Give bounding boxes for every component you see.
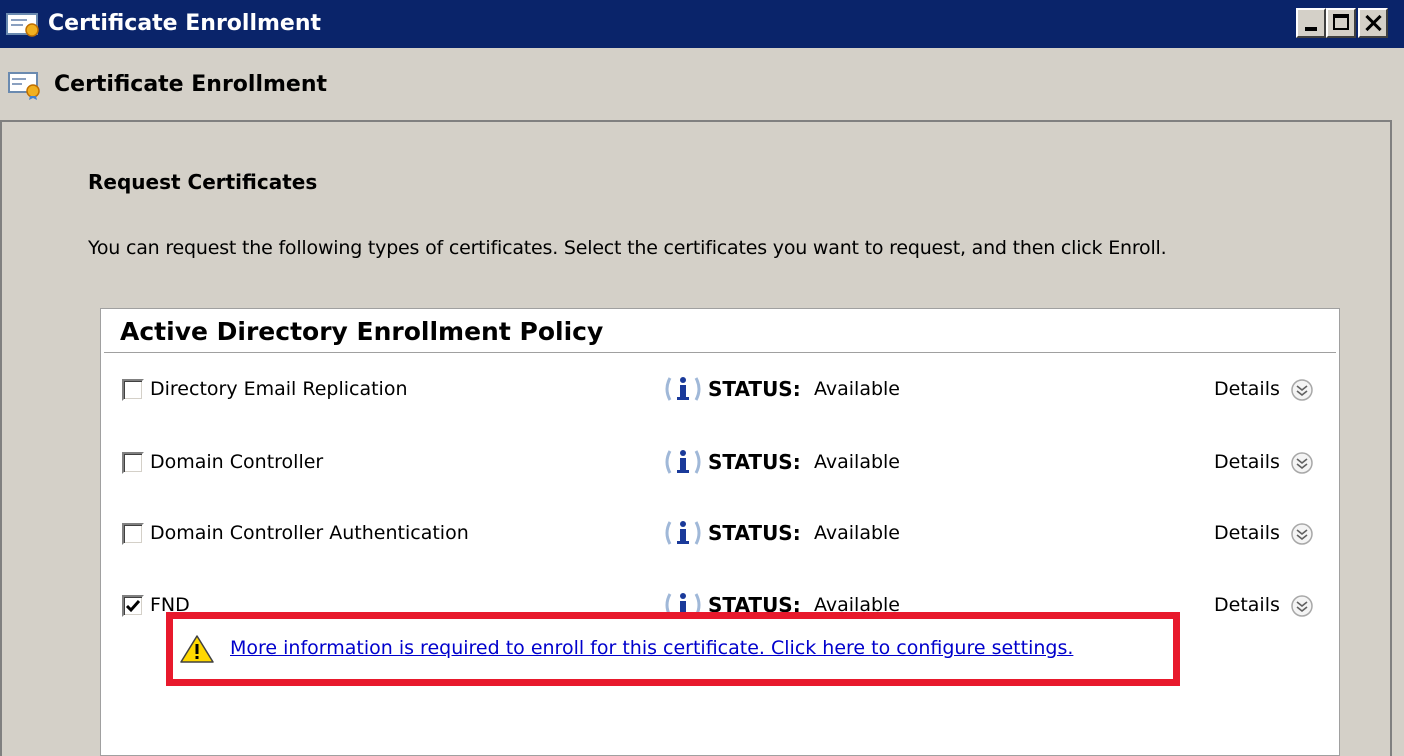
chevron-down-icon[interactable] [1290, 378, 1314, 406]
window-title: Certificate Enrollment [48, 11, 322, 36]
certificate-checkbox[interactable] [122, 523, 144, 545]
chevron-down-icon[interactable] [1290, 451, 1314, 479]
list-item: Domain Controller Authentication STATUS:… [0, 516, 1404, 548]
list-item: Domain Controller STATUS: Available Deta… [0, 445, 1404, 477]
warning-icon [180, 634, 216, 668]
enrollment-warning: More information is required to enroll f… [180, 632, 1160, 664]
chevron-down-icon[interactable] [1290, 594, 1314, 622]
info-icon [664, 590, 704, 624]
status-value: Available [814, 378, 901, 400]
info-icon [664, 374, 704, 408]
policy-title: Active Directory Enrollment Policy [120, 317, 604, 346]
info-icon [664, 518, 704, 552]
maximize-button[interactable] [1326, 8, 1356, 38]
status-value: Available [814, 522, 901, 544]
certificate-checkbox[interactable] [122, 452, 144, 474]
wizard-title: Certificate Enrollment [54, 72, 328, 97]
minimize-button[interactable] [1296, 8, 1326, 38]
instructions-text: You can request the following types of c… [88, 237, 1167, 259]
certificate-name: Domain Controller [150, 451, 324, 473]
close-button[interactable] [1358, 8, 1388, 38]
details-link[interactable]: Details [1214, 375, 1280, 403]
chevron-down-icon[interactable] [1290, 522, 1314, 550]
certificate-checkbox[interactable] [122, 595, 144, 617]
wizard-header: Certificate Enrollment [0, 60, 1404, 110]
info-icon [664, 447, 704, 481]
list-item: Directory Email Replication STATUS: Avai… [0, 372, 1404, 404]
status-value: Available [814, 451, 901, 473]
list-item: FND STATUS: Available Details [0, 588, 1404, 620]
page-heading: Request Certificates [88, 170, 318, 194]
status-label: STATUS: [708, 377, 801, 401]
window-titlebar[interactable]: Certificate Enrollment [0, 0, 1404, 48]
configure-settings-link[interactable]: More information is required to enroll f… [230, 634, 1073, 662]
details-link[interactable]: Details [1214, 519, 1280, 547]
status-value: Available [814, 594, 901, 616]
check-icon [125, 600, 141, 613]
certificate-icon [6, 12, 42, 42]
certificate-icon [8, 70, 42, 104]
certificate-checkbox[interactable] [122, 379, 144, 401]
certificate-name: FND [150, 594, 190, 616]
certificate-name: Directory Email Replication [150, 378, 408, 400]
certificate-name: Domain Controller Authentication [150, 522, 469, 544]
status-label: STATUS: [708, 450, 801, 474]
status-label: STATUS: [708, 593, 801, 617]
divider [104, 352, 1336, 353]
details-link[interactable]: Details [1214, 591, 1280, 619]
details-link[interactable]: Details [1214, 448, 1280, 476]
status-label: STATUS: [708, 521, 801, 545]
